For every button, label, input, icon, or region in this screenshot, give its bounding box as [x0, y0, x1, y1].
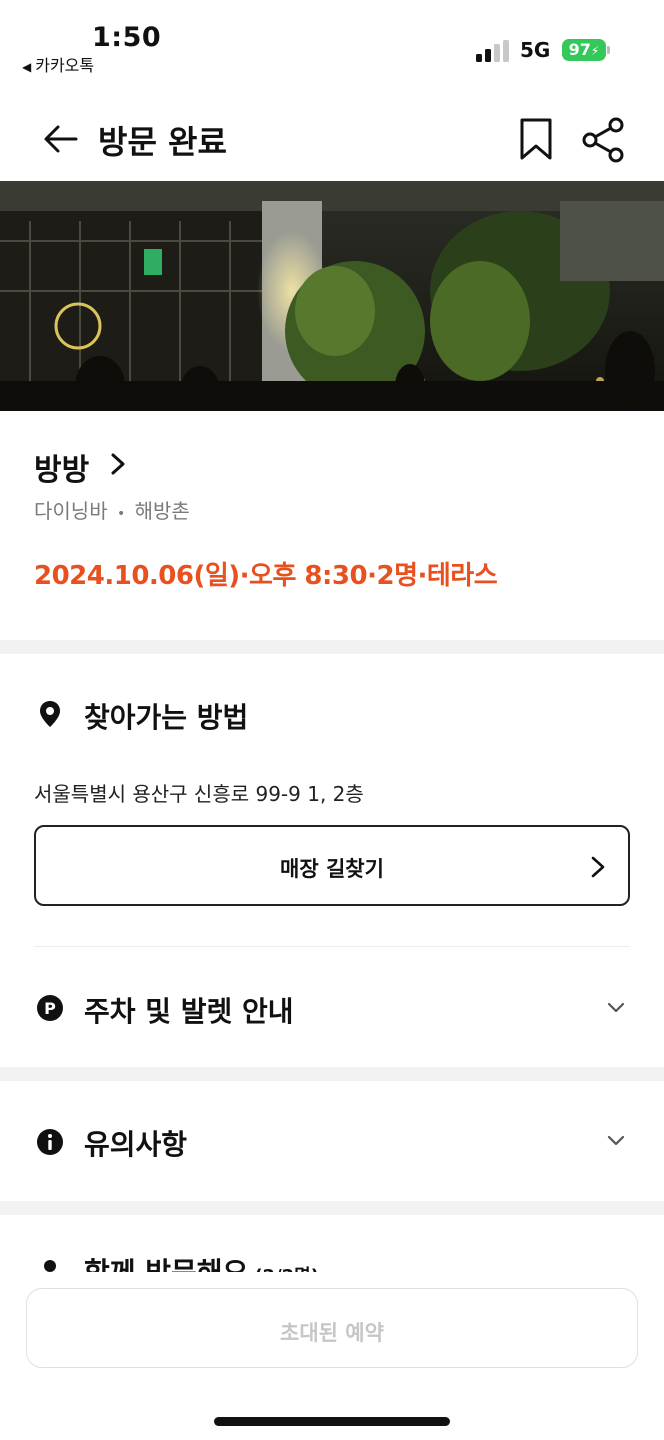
battery-level: 97 — [568, 40, 591, 59]
svg-text:P: P — [44, 999, 56, 1018]
parking-accordion[interactable]: P 주차 및 발렛 안내 — [0, 966, 664, 1066]
store-category: 다이닝바 — [34, 499, 108, 523]
dot-separator: • — [116, 506, 126, 522]
bookmark-icon[interactable] — [516, 117, 556, 161]
status-time: 1:50 — [92, 22, 162, 53]
location-pin-icon — [40, 701, 60, 727]
store-meta: 다이닝바 • 해방촌 — [34, 495, 190, 524]
section-divider — [0, 1067, 664, 1081]
store-photo[interactable] — [0, 181, 664, 411]
find-route-button[interactable]: 매장 길찾기 — [34, 825, 630, 906]
reservation-details: 2024.10.06(일)·오후 8:30·2명·테라스 — [34, 561, 498, 591]
info-icon — [37, 1129, 63, 1155]
chevron-right-icon — [591, 856, 605, 878]
section-divider — [0, 640, 664, 654]
back-arrow-icon[interactable] — [40, 119, 80, 159]
share-icon[interactable] — [580, 117, 626, 163]
restaurant-night-photo — [0, 181, 664, 411]
battery-tip — [607, 46, 610, 54]
parking-icon: P — [37, 995, 63, 1021]
find-route-label: 매장 길찾기 — [280, 857, 384, 881]
status-bar: 1:50 ◀ 카카오톡 5G 97⚡ — [0, 0, 664, 80]
notice-title: 유의사항 — [84, 1128, 188, 1161]
battery-icon: 97⚡ — [562, 39, 606, 61]
section-divider — [0, 1201, 664, 1215]
store-name-link[interactable]: 방방 — [34, 445, 89, 489]
store-address: 서울특별시 용산구 신흥로 99-9 1, 2층 — [34, 782, 364, 806]
inner-divider — [34, 946, 630, 947]
directions-title: 찾아가는 방법 — [84, 701, 249, 734]
back-to-app-link[interactable]: ◀ 카카오톡 — [22, 52, 94, 76]
chevron-right-icon[interactable] — [108, 452, 128, 476]
home-indicator[interactable] — [214, 1417, 450, 1426]
invited-reservation-label: 초대된 예약 — [280, 1321, 384, 1345]
store-area: 해방촌 — [134, 499, 190, 523]
companions-section: 함께 방문해요(2/2명) — [0, 1215, 664, 1275]
signal-icon — [476, 40, 510, 62]
chevron-down-icon — [607, 1002, 625, 1013]
back-triangle-icon: ◀ — [22, 60, 32, 74]
notice-accordion[interactable]: 유의사항 — [0, 1081, 664, 1201]
page-title: 방문 완료 — [98, 123, 227, 161]
parking-title: 주차 및 발렛 안내 — [84, 995, 294, 1028]
chevron-down-icon — [607, 1135, 625, 1146]
header: 방문 완료 — [0, 95, 664, 181]
store-info: 방방 다이닝바 • 해방촌 2024.10.06(일)·오후 8:30·2명·테… — [0, 411, 664, 640]
back-app-label: 카카오톡 — [35, 56, 95, 75]
invited-reservation-button[interactable]: 초대된 예약 — [26, 1288, 638, 1368]
network-type: 5G — [520, 38, 551, 62]
